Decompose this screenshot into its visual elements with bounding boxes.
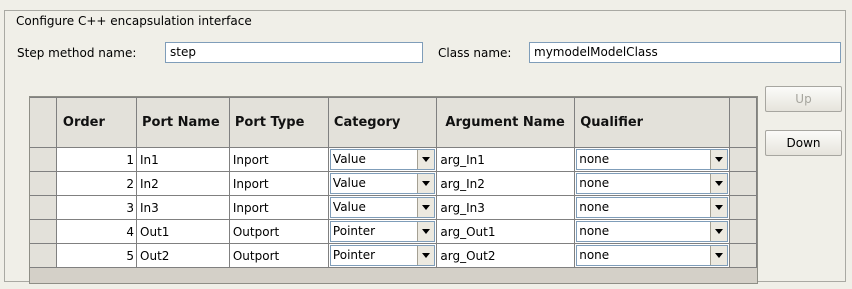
row-filler [729,195,757,220]
qualifier-value: none [579,200,610,214]
qualifier-value: none [579,152,610,166]
header-filler [729,97,757,148]
category-dropdown[interactable]: Pointer [327,243,438,268]
row-filler [729,147,757,172]
chevron-down-icon[interactable] [710,174,728,193]
argument-name-cell[interactable]: arg_In1 [436,147,576,172]
row-filler [729,219,757,244]
table-row: 1 In1 Inport Value arg_In1 none [30,147,757,172]
step-method-label: Step method name: [17,46,137,60]
up-button[interactable]: Up [765,86,842,112]
category-value: Pointer [332,248,376,262]
category-value: Pointer [332,224,376,238]
encapsulation-interface-group: Configure C++ encapsulation interface St… [4,10,846,284]
port-name-cell: Out2 [136,243,230,268]
order-cell: 1 [55,147,138,172]
category-dropdown[interactable]: Value [327,195,438,220]
chevron-down-icon[interactable] [710,150,728,169]
col-header-port-type[interactable]: Port Type [228,97,329,148]
col-header-qualifier[interactable]: Qualifier [574,97,731,148]
chevron-down-icon[interactable] [710,246,728,265]
category-value: Value [332,152,366,166]
table-row: 5 Out2 Outport Pointer arg_Out2 none [30,243,757,268]
port-type-cell: Outport [228,219,329,244]
group-title: Configure C++ encapsulation interface [13,14,255,28]
class-name-label: Class name: [438,46,512,60]
row-filler [729,171,757,196]
table-row: 3 In3 Inport Value arg_In3 none [30,195,757,220]
step-method-name-input[interactable]: step [165,42,423,63]
row-selector[interactable] [30,195,57,220]
port-type-cell: Inport [228,171,329,196]
argument-name-cell[interactable]: arg_In3 [436,195,576,220]
order-cell: 3 [55,195,138,220]
order-cell: 5 [55,243,138,268]
col-header-order[interactable]: Order [55,97,138,148]
category-dropdown[interactable]: Value [327,147,438,172]
category-dropdown[interactable]: Pointer [327,219,438,244]
port-type-cell: Outport [228,243,329,268]
col-header-port-name[interactable]: Port Name [136,97,230,148]
order-cell: 2 [55,171,138,196]
chevron-down-icon[interactable] [417,246,435,265]
chevron-down-icon[interactable] [417,198,435,217]
port-name-cell: Out1 [136,219,230,244]
col-header-argument-name[interactable]: Argument Name [436,97,576,148]
argument-name-cell[interactable]: arg_Out1 [436,219,576,244]
chevron-down-icon[interactable] [710,222,728,241]
port-type-cell: Inport [228,195,329,220]
table-row: 2 In2 Inport Value arg_In2 none [30,171,757,196]
down-button[interactable]: Down [765,130,842,156]
table-row: 4 Out1 Outport Pointer arg_Out1 none [30,219,757,244]
qualifier-dropdown[interactable]: none [574,195,731,220]
qualifier-dropdown[interactable]: none [574,243,731,268]
qualifier-value: none [579,248,610,262]
class-name-input[interactable]: mymodelModelClass [529,42,841,63]
row-selector[interactable] [30,147,57,172]
port-type-cell: Inport [228,147,329,172]
chevron-down-icon[interactable] [710,198,728,217]
port-table: Order Port Name Port Type Category Argum… [29,96,758,284]
qualifier-value: none [579,176,610,190]
chevron-down-icon[interactable] [417,150,435,169]
qualifier-dropdown[interactable]: none [574,171,731,196]
order-cell: 4 [55,219,138,244]
argument-name-cell[interactable]: arg_In2 [436,171,576,196]
chevron-down-icon[interactable] [417,222,435,241]
qualifier-value: none [579,224,610,238]
category-value: Value [332,200,366,214]
row-selector[interactable] [30,219,57,244]
col-header-category[interactable]: Category [327,97,438,148]
chevron-down-icon[interactable] [417,174,435,193]
port-grid: Order Port Name Port Type Category Argum… [30,97,757,268]
qualifier-dropdown[interactable]: none [574,147,731,172]
qualifier-dropdown[interactable]: none [574,219,731,244]
port-name-cell: In2 [136,171,230,196]
row-header-corner [30,97,57,148]
row-selector[interactable] [30,243,57,268]
argument-name-cell[interactable]: arg_Out2 [436,243,576,268]
port-name-cell: In3 [136,195,230,220]
port-name-cell: In1 [136,147,230,172]
header-row: Order Port Name Port Type Category Argum… [30,97,757,148]
row-selector[interactable] [30,171,57,196]
category-value: Value [332,176,366,190]
category-dropdown[interactable]: Value [327,171,438,196]
row-filler [729,243,757,268]
